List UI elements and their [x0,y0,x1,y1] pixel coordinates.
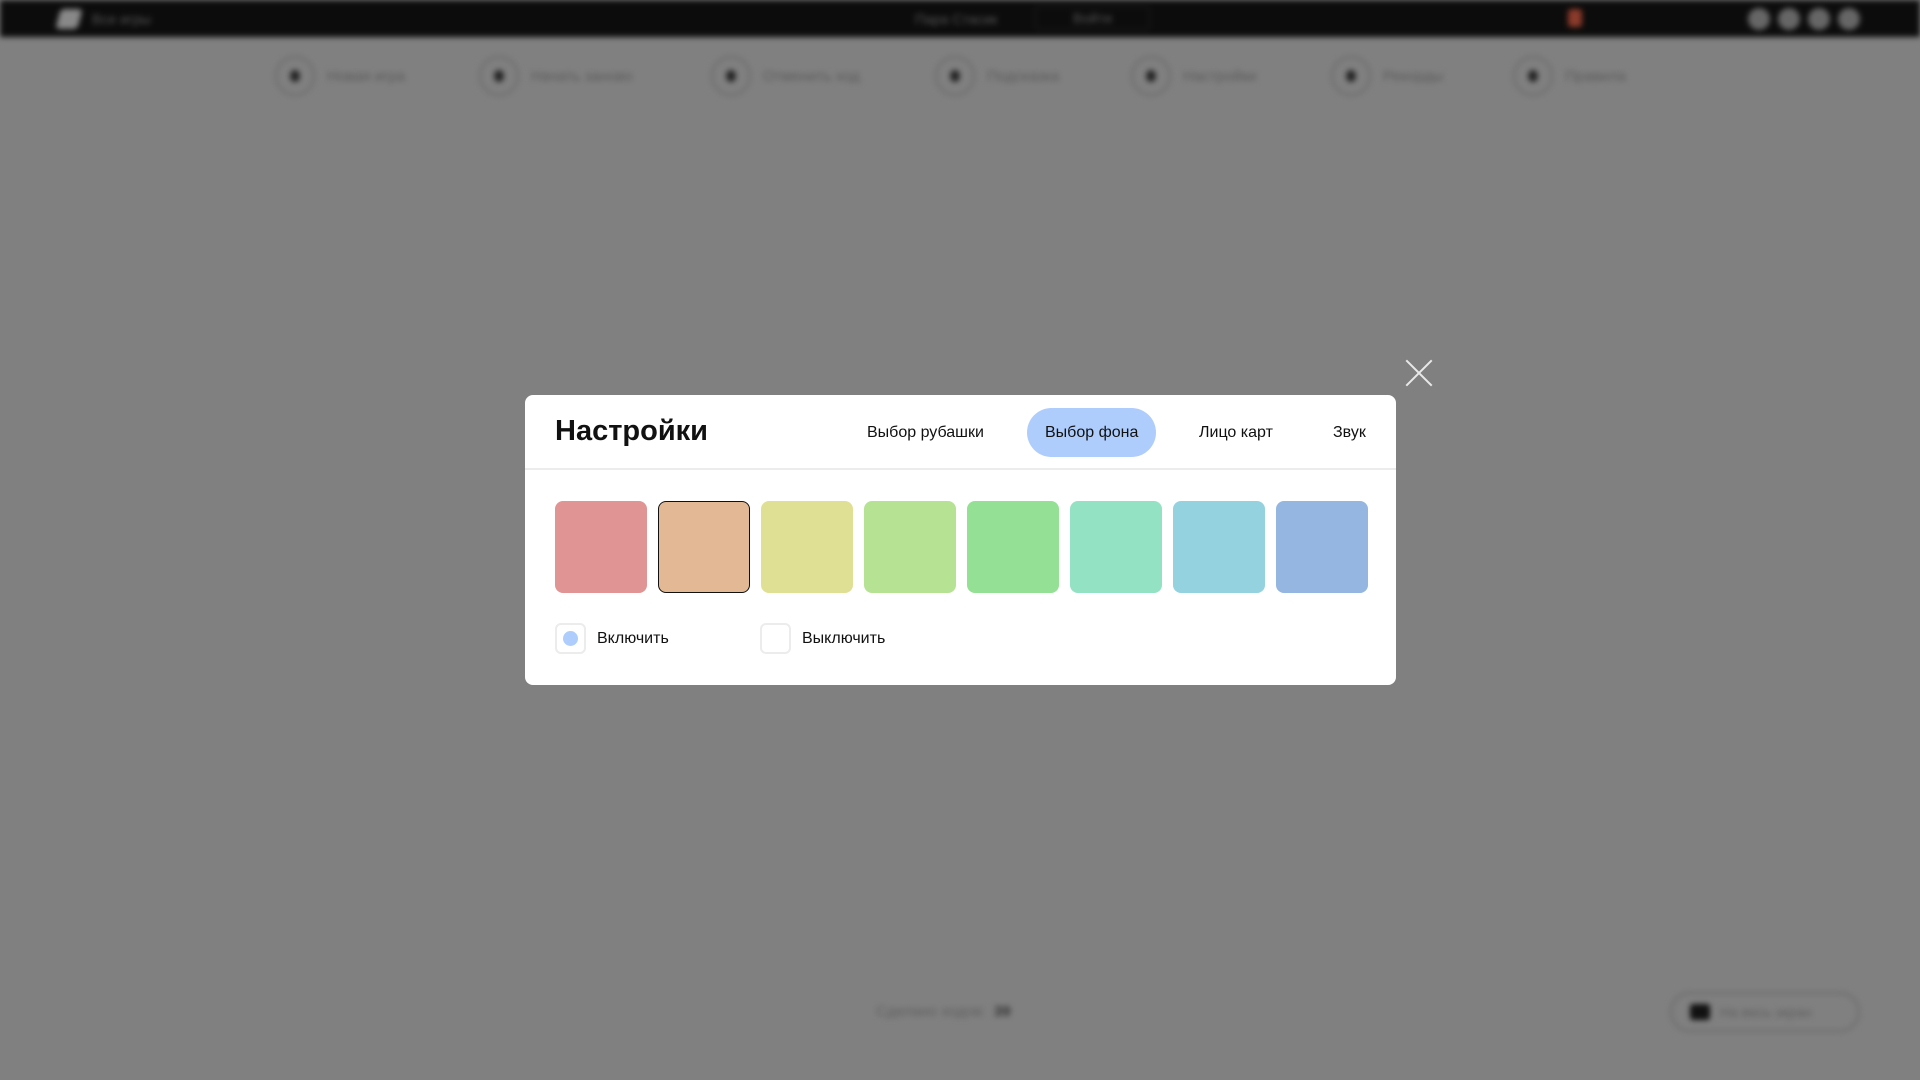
moves-counter: Сделано ходов: 39 [876,1003,1011,1020]
icon-button[interactable] [1808,8,1830,30]
label: Подсказка [987,67,1060,85]
undo-button[interactable]: Отменить ход [711,56,860,96]
color-swatch[interactable] [1276,501,1368,593]
tab-card-face[interactable]: Лицо карт [1181,408,1291,457]
new-game-button[interactable]: Новая игра [275,56,405,96]
icon-button[interactable] [1838,8,1860,30]
icon-button[interactable] [1778,8,1800,30]
label: Рекорды [1383,67,1444,85]
trophy-icon [1331,56,1371,96]
modal-header: Настройки Выбор рубашки Выбор фона Лицо … [525,395,1396,470]
color-swatch[interactable] [761,501,853,593]
label: Правила [1565,67,1626,85]
label: Настройки [1183,67,1257,85]
records-button[interactable]: Рекорды [1331,56,1443,96]
fullscreen-label: На весь экран [1720,1004,1812,1020]
disable-label: Выключить [802,629,886,647]
fullscreen-icon [1690,1004,1710,1020]
radio-disable[interactable] [760,623,791,654]
color-swatch[interactable] [658,501,750,593]
login-button[interactable]: Войти [1035,6,1150,30]
tab-background[interactable]: Выбор фона [1027,408,1157,457]
enable-label: Включить [597,629,669,647]
color-swatch[interactable] [1173,501,1265,593]
color-swatch[interactable] [864,501,956,593]
restart-icon [479,56,519,96]
color-swatch[interactable] [555,501,647,593]
color-swatch[interactable] [967,501,1059,593]
settings-button[interactable]: Настройки [1131,56,1257,96]
moves-value: 39 [993,1003,1011,1020]
hint-button[interactable]: Подсказка [935,56,1059,96]
close-icon[interactable] [1405,359,1433,387]
disable-option[interactable]: Выключить [760,623,885,654]
play-icon [275,56,315,96]
icon-button[interactable] [1748,8,1770,30]
gear-icon [1131,56,1171,96]
tab-card-back[interactable]: Выбор рубашки [849,408,1002,457]
rules-button[interactable]: Правила [1513,56,1626,96]
hint-icon [935,56,975,96]
radio-selected-dot [563,631,578,646]
toolbar: Новая игра Начать заново Отменить ход По… [0,56,1920,96]
all-games-link[interactable]: Все игры [92,11,151,27]
enable-option[interactable]: Включить [555,623,669,654]
fullscreen-button[interactable]: На весь экран [1670,992,1860,1032]
settings-modal: Настройки Выбор рубашки Выбор фона Лицо … [525,395,1396,685]
game-title: Пара Стасик [915,11,998,27]
info-icon [1513,56,1553,96]
label: Начать заново [531,67,633,85]
moves-label: Сделано ходов: [876,1003,986,1020]
user-icon [1568,9,1582,27]
restart-button[interactable]: Начать заново [479,56,633,96]
label: Новая игра [327,67,406,85]
undo-icon [711,56,751,96]
top-bar: Все игры Пара Стасик Войти [0,0,1920,37]
label: Отменить ход [763,67,860,85]
logo-icon [55,9,83,29]
tab-sound[interactable]: Звук [1315,408,1384,457]
modal-title: Настройки [555,415,709,447]
radio-enable[interactable] [555,623,586,654]
color-swatch[interactable] [1070,501,1162,593]
